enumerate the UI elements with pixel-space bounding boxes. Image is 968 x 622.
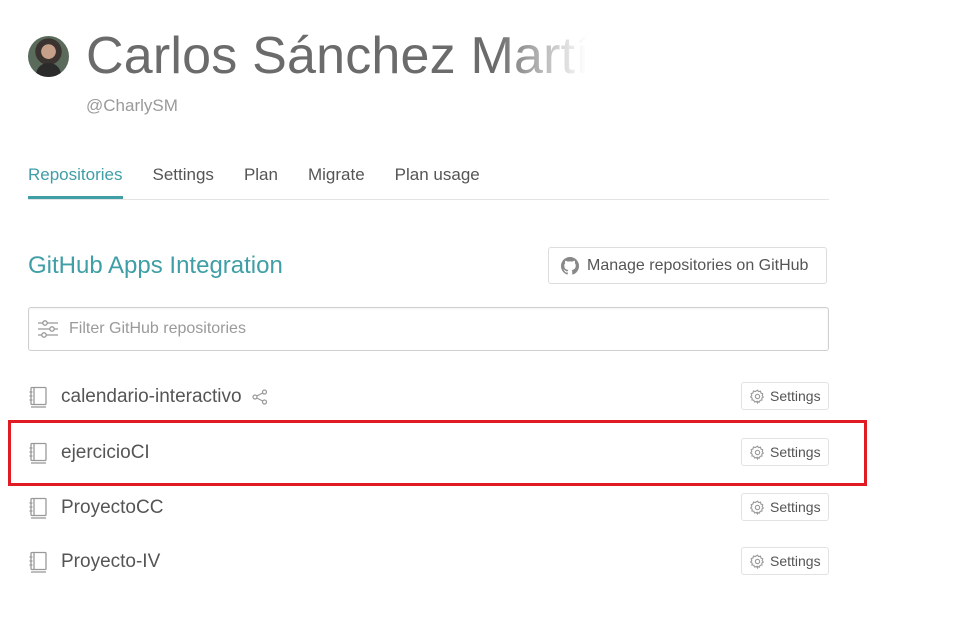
repo-row[interactable]: calendario-interactivo Settings (28, 379, 829, 415)
settings-label: Settings (770, 499, 821, 515)
filter-box (28, 307, 829, 351)
profile-name: Carlos Sánchez Martín (86, 27, 586, 85)
profile-handle: @CharlySM (86, 96, 178, 115)
tab-bar: Repositories Settings Plan Migrate Plan … (28, 162, 829, 200)
tab-repositories[interactable]: Repositories (28, 162, 123, 199)
repo-book-icon (29, 497, 47, 519)
gear-icon (750, 388, 765, 404)
repo-book-icon (29, 386, 47, 408)
tab-plan-usage[interactable]: Plan usage (395, 162, 480, 196)
repo-book-icon (29, 551, 47, 573)
avatar[interactable] (28, 36, 69, 77)
repo-name[interactable]: calendario-interactivo (61, 386, 242, 408)
gear-icon (750, 553, 765, 569)
tab-migrate[interactable]: Migrate (308, 162, 365, 196)
repo-name[interactable]: ProyectoCC (61, 497, 163, 519)
share-icon[interactable] (251, 389, 268, 405)
filter-input[interactable] (67, 319, 771, 339)
gear-icon (750, 499, 765, 515)
manage-repositories-button[interactable]: Manage repositories on GitHub (548, 247, 827, 284)
repo-settings-button[interactable]: Settings (741, 493, 829, 521)
highlight-annotation-box (8, 420, 867, 486)
section-title: GitHub Apps Integration (28, 252, 283, 279)
manage-button-label: Manage repositories on GitHub (587, 256, 809, 274)
repo-name[interactable]: Proyecto-IV (61, 551, 160, 573)
repo-row[interactable]: Proyecto-IV Settings (28, 544, 829, 580)
filter-sliders-icon (38, 320, 58, 338)
tab-settings[interactable]: Settings (153, 162, 214, 196)
github-icon (561, 256, 579, 275)
repo-settings-button[interactable]: Settings (741, 547, 829, 575)
tab-plan[interactable]: Plan (244, 162, 278, 196)
repo-settings-button[interactable]: Settings (741, 382, 829, 410)
settings-label: Settings (770, 553, 821, 569)
settings-label: Settings (770, 388, 821, 404)
repo-row[interactable]: ProyectoCC Settings (28, 490, 829, 526)
